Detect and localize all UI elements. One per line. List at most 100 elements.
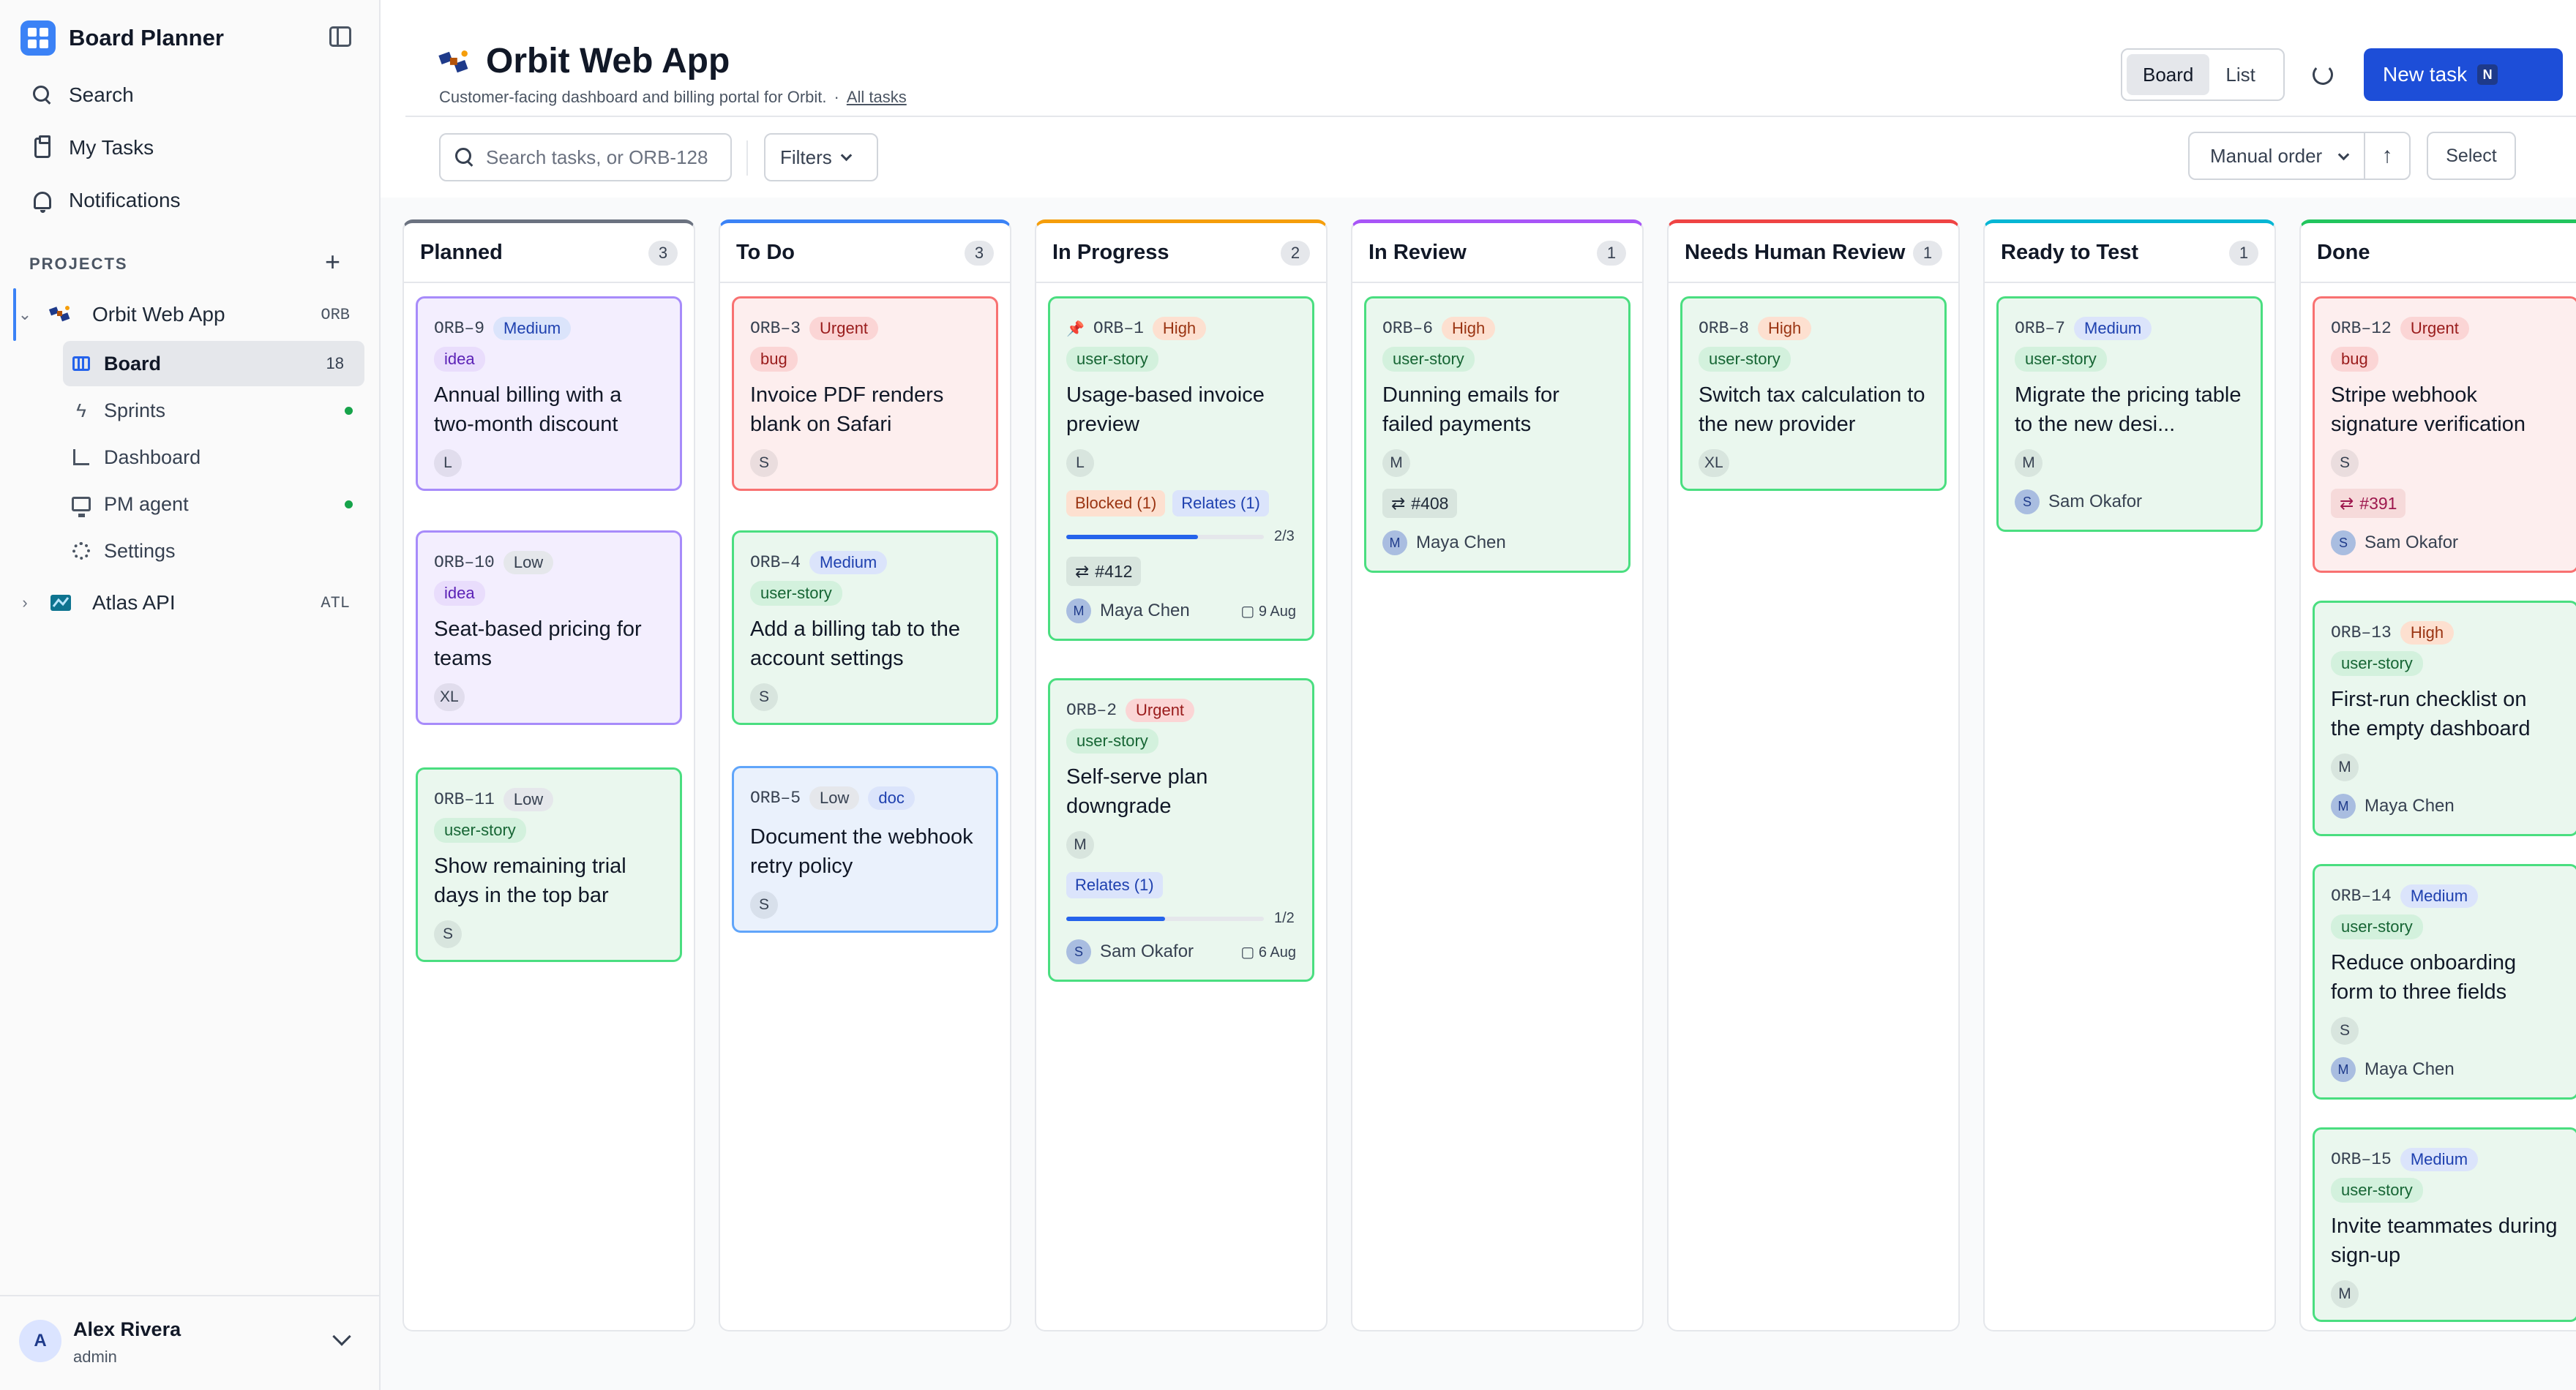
sort-order-select[interactable]: Manual order xyxy=(2188,132,2365,180)
task-id: ORB–12 xyxy=(2331,319,2392,338)
page-description: Customer-facing dashboard and billing po… xyxy=(439,88,907,107)
priority-badge: Medium xyxy=(2400,1147,2479,1172)
nav-label: My Tasks xyxy=(69,136,154,159)
sort-direction-button[interactable]: ↑ xyxy=(2364,132,2411,180)
size-chip: S xyxy=(2331,449,2359,477)
project-description: Customer-facing dashboard and billing po… xyxy=(439,88,827,106)
nav-label: Notifications xyxy=(69,189,181,211)
shortcut-badge: N xyxy=(2477,64,2498,85)
brand[interactable]: Board Planner xyxy=(20,20,224,56)
size-chip: S xyxy=(2331,1017,2359,1045)
task-id: ORB–9 xyxy=(434,319,485,338)
status-dot xyxy=(345,500,353,508)
progress-text: 1/2 xyxy=(1274,910,1295,926)
sidebar-collapse-icon[interactable] xyxy=(329,26,351,47)
nav-item-search[interactable]: Search xyxy=(20,73,364,117)
sort-order-value: Manual order xyxy=(2210,144,2323,167)
pin-icon: 📌 xyxy=(1066,320,1085,337)
project-atlas-api[interactable]: › Atlas API ATL xyxy=(15,582,366,623)
satellite-icon xyxy=(48,304,73,326)
pull-request-chip[interactable]: ⇄ #412 xyxy=(1066,557,1142,586)
task-card[interactable]: ORB–11 Low user-story Show remaining tri… xyxy=(416,767,682,962)
task-id: ORB–1 xyxy=(1093,319,1144,338)
task-card[interactable]: ORB–10 Low idea Seat-based pricing for t… xyxy=(416,530,682,725)
nav-item-my-tasks[interactable]: My Tasks xyxy=(20,126,364,170)
subnav-dashboard[interactable]: Dashboard xyxy=(63,435,364,480)
relates-relation-chip[interactable]: Relates (1) xyxy=(1172,490,1269,516)
nav-item-notifications[interactable]: Notifications xyxy=(20,179,364,222)
project-name: Orbit Web App xyxy=(92,303,225,326)
chevron-right-icon[interactable]: › xyxy=(15,593,35,612)
task-card[interactable]: ORB–3 Urgent bug Invoice PDF renders bla… xyxy=(732,296,998,491)
chevron-down-icon[interactable]: ⌄ xyxy=(15,305,35,324)
app-title: Board Planner xyxy=(69,25,224,50)
page-title: Orbit Web App xyxy=(486,42,730,80)
subnav-sprints[interactable]: ϟ Sprints xyxy=(63,388,364,433)
task-tag: user-story xyxy=(2331,914,2423,939)
column-ready-to-test: Ready to Test 1 ORB–7 Medium user-story … xyxy=(1983,219,2276,1331)
assignee-name: Maya Chen xyxy=(2365,1059,2455,1079)
subtask-progress-bar xyxy=(1066,534,1264,539)
size-chip: XL xyxy=(1699,449,1729,477)
blocked-relation-chip[interactable]: Blocked (1) xyxy=(1066,490,1166,516)
task-tag: user-story xyxy=(2015,347,2107,372)
task-tag: idea xyxy=(434,581,485,606)
task-card[interactable]: ORB–7 Medium user-story Migrate the pric… xyxy=(1996,296,2263,532)
chevron-down-icon[interactable] xyxy=(332,1327,351,1346)
assignee-name: Maya Chen xyxy=(2365,796,2455,816)
subnav-pm-agent[interactable]: PM agent xyxy=(63,481,364,527)
pull-request-chip[interactable]: ⇄ #391 xyxy=(2331,489,2406,518)
task-card[interactable]: ORB–15 Medium user-story Invite teammate… xyxy=(2313,1127,2576,1322)
select-button[interactable]: Select xyxy=(2427,132,2516,180)
refresh-icon[interactable] xyxy=(2313,64,2333,85)
task-card[interactable]: ORB–6 High user-story Dunning emails for… xyxy=(1364,296,1630,573)
avatar: M xyxy=(2331,794,2356,819)
search-input[interactable] xyxy=(486,146,720,169)
task-card[interactable]: ORB–8 High user-story Switch tax calcula… xyxy=(1680,296,1947,491)
column-title: Done xyxy=(2317,240,2370,264)
search-field[interactable] xyxy=(439,133,732,181)
task-card[interactable]: ORB–13 High user-story First-run checkli… xyxy=(2313,601,2576,836)
avatar: S xyxy=(2331,530,2356,555)
add-project-icon[interactable]: + xyxy=(325,249,340,275)
column-title: In Review xyxy=(1368,240,1467,264)
arrow-up-icon: ↑ xyxy=(2381,143,2393,168)
view-toggle: Board List xyxy=(2121,48,2285,101)
column-count: 2 xyxy=(1281,241,1310,266)
task-card[interactable]: ORB–5 Low doc Document the webhook retry… xyxy=(732,766,998,933)
project-key: ATL xyxy=(321,593,350,612)
task-title: Invoice PDF renders blank on Safari xyxy=(750,383,944,436)
filters-button[interactable]: Filters xyxy=(764,133,878,181)
column-count: 3 xyxy=(965,241,994,266)
pull-request-number: #408 xyxy=(1411,493,1449,513)
task-id: ORB–7 xyxy=(2015,319,2066,338)
new-task-button[interactable]: New task N xyxy=(2364,48,2563,101)
user-menu[interactable]: A Alex Rivera admin xyxy=(0,1295,381,1390)
column-needs-human-review: Needs Human Review 1 ORB–8 High user-sto… xyxy=(1667,219,1960,1331)
task-card[interactable]: ORB–2 Urgent user-story Self-serve plan … xyxy=(1048,678,1314,982)
task-title: Migrate the pricing table to the new des… xyxy=(2015,383,2242,436)
project-orbit-web-app[interactable]: ⌄ Orbit Web App ORB xyxy=(15,294,366,335)
task-id: ORB–3 xyxy=(750,319,801,338)
task-card[interactable]: 📌 ORB–1 High user-story Usage-based invo… xyxy=(1048,296,1314,641)
task-card[interactable]: ORB–14 Medium user-story Reduce onboardi… xyxy=(2313,864,2576,1100)
task-id: ORB–2 xyxy=(1066,701,1117,720)
subnav-label: Sprints xyxy=(104,399,166,421)
view-list-button[interactable]: List xyxy=(2209,54,2271,95)
monitor-icon xyxy=(72,497,91,517)
view-board-button[interactable]: Board xyxy=(2127,54,2210,95)
priority-badge: Low xyxy=(503,550,554,575)
chevron-down-icon xyxy=(840,149,853,161)
task-title: Usage-based invoice preview xyxy=(1066,383,1265,436)
priority-badge: Urgent xyxy=(2400,316,2469,341)
subnav-board[interactable]: Board 18 xyxy=(63,341,364,386)
task-card[interactable]: ORB–4 Medium user-story Add a billing ta… xyxy=(732,530,998,725)
task-card[interactable]: ORB–9 Medium idea Annual billing with a … xyxy=(416,296,682,491)
all-tasks-link[interactable]: All tasks xyxy=(847,88,907,106)
priority-badge: Low xyxy=(503,787,554,812)
relates-relation-chip[interactable]: Relates (1) xyxy=(1066,872,1163,898)
subnav-settings[interactable]: Settings xyxy=(63,528,364,574)
task-card[interactable]: ORB–12 Urgent bug Stripe webhook signatu… xyxy=(2313,296,2576,573)
task-title: Add a billing tab to the account setting… xyxy=(750,617,960,670)
pull-request-chip[interactable]: ⇄ #408 xyxy=(1382,489,1458,518)
